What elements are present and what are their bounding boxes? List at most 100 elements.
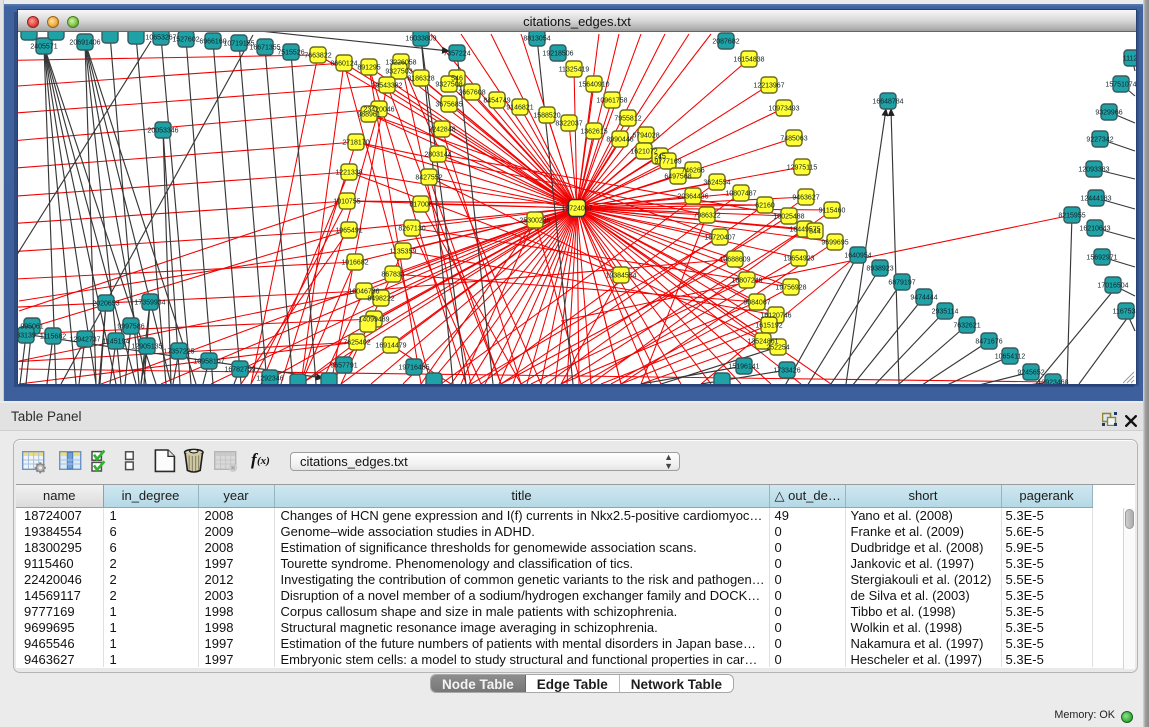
svg-text:9474444: 9474444 bbox=[910, 295, 937, 302]
svg-text:10025488: 10025488 bbox=[773, 214, 804, 221]
svg-text:1221338: 1221338 bbox=[335, 170, 362, 177]
svg-text:18807249: 18807249 bbox=[731, 278, 762, 285]
svg-text:1640954: 1640954 bbox=[844, 253, 871, 260]
svg-text:3675685: 3675685 bbox=[435, 102, 462, 109]
svg-text:1588520: 1588520 bbox=[533, 113, 560, 120]
svg-text:15196141: 15196141 bbox=[728, 364, 759, 371]
svg-text:7625402: 7625402 bbox=[343, 340, 370, 347]
svg-text:12213967: 12213967 bbox=[753, 83, 784, 90]
svg-text:16210643: 16210643 bbox=[1079, 226, 1110, 233]
svg-text:1167533: 1167533 bbox=[1113, 309, 1136, 316]
svg-text:1292346: 1292346 bbox=[256, 376, 283, 383]
svg-text:9146821: 9146821 bbox=[506, 105, 533, 112]
svg-text:1527602: 1527602 bbox=[172, 37, 199, 44]
svg-text:19716485: 19716485 bbox=[398, 365, 429, 372]
svg-text:12923468: 12923468 bbox=[1037, 380, 1068, 385]
svg-text:9242848: 9242848 bbox=[428, 127, 455, 134]
svg-text:19724007: 19724007 bbox=[561, 206, 592, 213]
svg-text:8660124: 8660124 bbox=[330, 61, 357, 68]
svg-text:19384554: 19384554 bbox=[605, 273, 636, 280]
svg-text:19654923: 19654923 bbox=[783, 256, 814, 263]
svg-text:9463627: 9463627 bbox=[792, 195, 819, 202]
svg-text:1010755: 1010755 bbox=[333, 199, 360, 206]
svg-text:891295: 891295 bbox=[357, 65, 380, 72]
svg-text:6497568: 6497568 bbox=[664, 174, 691, 181]
svg-text:10688609: 10688609 bbox=[719, 257, 750, 264]
svg-text:7485063: 7485063 bbox=[780, 136, 807, 143]
svg-text:12975115: 12975115 bbox=[787, 165, 818, 172]
svg-text:9699695: 9699695 bbox=[821, 240, 848, 247]
svg-text:988961: 988961 bbox=[357, 112, 380, 119]
svg-text:15640910: 15640910 bbox=[578, 82, 609, 89]
svg-text:2405571: 2405571 bbox=[30, 44, 57, 51]
svg-text:7955812: 7955812 bbox=[614, 116, 641, 123]
svg-text:9329966: 9329966 bbox=[1095, 110, 1122, 117]
svg-text:2087682: 2087682 bbox=[712, 39, 739, 46]
svg-text:9657791: 9657791 bbox=[330, 363, 357, 370]
svg-text:8322037: 8322037 bbox=[555, 121, 582, 128]
svg-text:8186328: 8186328 bbox=[407, 76, 434, 83]
svg-text:13226058: 13226058 bbox=[385, 60, 416, 67]
svg-text:15692971: 15692971 bbox=[1086, 255, 1117, 262]
svg-text:9327508: 9327508 bbox=[435, 82, 462, 89]
svg-text:252254: 252254 bbox=[766, 345, 789, 352]
svg-text:2803144: 2803144 bbox=[424, 152, 451, 159]
svg-text:7357224: 7357224 bbox=[443, 51, 470, 58]
svg-text:2667608: 2667608 bbox=[458, 90, 485, 97]
svg-text:7632621: 7632621 bbox=[953, 323, 980, 330]
svg-text:1115682: 1115682 bbox=[40, 334, 66, 341]
svg-text:19218506: 19218506 bbox=[542, 51, 573, 58]
svg-text:17357225: 17357225 bbox=[163, 349, 194, 356]
svg-text:14099489: 14099489 bbox=[358, 317, 389, 324]
svg-text:8938923: 8938923 bbox=[866, 266, 893, 273]
svg-text:7515526: 7515526 bbox=[277, 50, 304, 57]
svg-text:9084067: 9084067 bbox=[743, 300, 770, 307]
svg-text:9227342: 9227342 bbox=[1086, 137, 1113, 144]
svg-text:9997586: 9997586 bbox=[117, 324, 144, 331]
svg-text:11127: 11127 bbox=[1123, 56, 1136, 63]
svg-text:9115460: 9115460 bbox=[819, 208, 846, 215]
svg-text:20053346: 20053346 bbox=[147, 128, 178, 135]
svg-text:10807487: 10807487 bbox=[725, 191, 756, 198]
svg-text:7663822: 7663822 bbox=[304, 53, 331, 60]
svg-text:1733426: 1733426 bbox=[773, 368, 800, 375]
svg-text:8498222: 8498222 bbox=[367, 296, 394, 303]
svg-text:844: 844 bbox=[809, 229, 821, 236]
svg-text:20364436: 20364436 bbox=[677, 194, 708, 201]
svg-text:9245652: 9245652 bbox=[1017, 370, 1044, 377]
svg-text:62160: 62160 bbox=[755, 203, 775, 210]
svg-text:33139: 33139 bbox=[18, 333, 36, 340]
svg-text:8990448: 8990448 bbox=[606, 137, 633, 144]
svg-text:12905135: 12905135 bbox=[131, 344, 162, 351]
svg-text:17359934: 17359934 bbox=[134, 300, 165, 307]
svg-text:867833: 867833 bbox=[381, 272, 404, 279]
svg-text:995061: 995061 bbox=[20, 324, 43, 331]
svg-text:(x): (x) bbox=[257, 455, 270, 467]
svg-text:16154838: 16154838 bbox=[733, 57, 764, 64]
svg-text:2935114: 2935114 bbox=[932, 309, 959, 316]
svg-text:8267130: 8267130 bbox=[398, 226, 425, 233]
svg-text:12444183: 12444183 bbox=[1080, 196, 1111, 203]
svg-text:10654112: 10654112 bbox=[995, 354, 1026, 361]
svg-text:2020653: 2020653 bbox=[92, 301, 119, 308]
svg-text:1135359: 1135359 bbox=[390, 249, 417, 256]
svg-text:1615192: 1615192 bbox=[755, 323, 782, 330]
svg-text:16782759: 16782759 bbox=[224, 367, 255, 374]
svg-text:8454749: 8454749 bbox=[483, 98, 510, 105]
svg-text:8813054: 8813054 bbox=[523, 36, 550, 43]
svg-text:9777169: 9777169 bbox=[654, 159, 681, 166]
svg-text:7986322: 7986322 bbox=[693, 213, 720, 220]
svg-text:1145194: 1145194 bbox=[103, 339, 130, 346]
svg-text:16648784: 16648784 bbox=[872, 99, 903, 106]
svg-text:1362615: 1362615 bbox=[580, 129, 607, 136]
svg-text:15720407: 15720407 bbox=[704, 235, 735, 242]
svg-text:1916682: 1916682 bbox=[341, 260, 368, 267]
svg-text:3624554: 3624554 bbox=[703, 180, 730, 187]
svg-text:817006: 817006 bbox=[409, 202, 432, 209]
svg-text:16671355: 16671355 bbox=[249, 45, 280, 52]
svg-text:10046736: 10046736 bbox=[348, 289, 379, 296]
svg-text:8471676: 8471676 bbox=[975, 339, 1002, 346]
svg-text:1965491: 1965491 bbox=[335, 228, 362, 235]
svg-text:8427552: 8427552 bbox=[415, 175, 442, 182]
svg-text:11325419: 11325419 bbox=[559, 67, 590, 74]
